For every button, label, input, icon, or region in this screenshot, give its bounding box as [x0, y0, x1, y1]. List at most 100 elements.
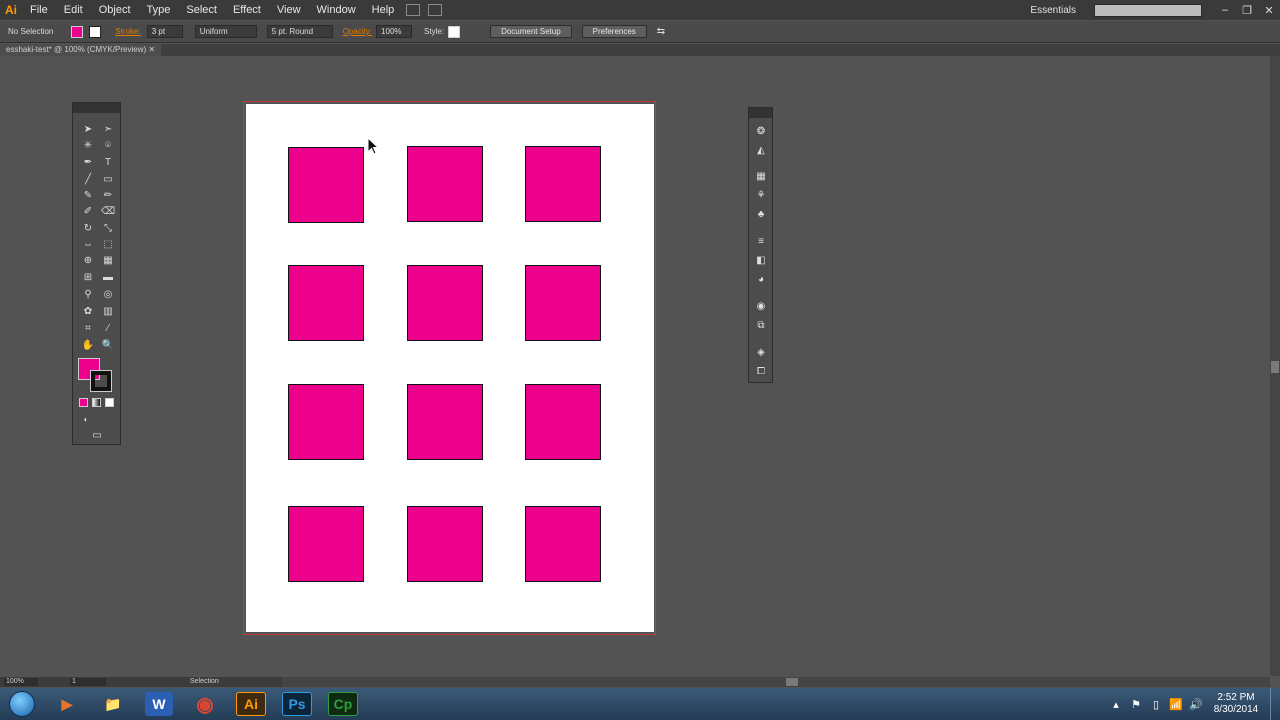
- zoom-level-field[interactable]: 100%: [4, 678, 38, 686]
- pink-square[interactable]: [288, 506, 364, 582]
- pink-square[interactable]: [407, 146, 483, 222]
- network-icon[interactable]: 📶: [1168, 698, 1184, 711]
- arrange-icon[interactable]: ⇆: [657, 26, 665, 37]
- eyedropper-tool-icon[interactable]: ⚲: [81, 288, 95, 302]
- pink-square[interactable]: [525, 384, 601, 460]
- search-input[interactable]: [1094, 3, 1202, 17]
- transparency-icon[interactable]: ◕: [755, 274, 767, 286]
- tools-panel-header[interactable]: [73, 103, 120, 113]
- selection-tool-icon[interactable]: ➤: [81, 123, 95, 137]
- pink-square[interactable]: [288, 147, 364, 223]
- vertical-scrollbar[interactable]: [1270, 56, 1280, 676]
- rectangle-tool-icon[interactable]: ▭: [101, 173, 115, 187]
- symbols-icon[interactable]: ♣: [755, 209, 767, 221]
- mesh-tool-icon[interactable]: ⊞: [81, 271, 95, 285]
- gradient-mode-icon[interactable]: [92, 398, 101, 407]
- battery-icon[interactable]: ▯: [1148, 698, 1164, 711]
- document-tab[interactable]: esshaki-test* @ 100% (CMYK/Preview) ✕: [0, 44, 162, 56]
- stroke-label[interactable]: Stroke:: [115, 27, 140, 36]
- menu-window[interactable]: Window: [309, 0, 364, 20]
- pen-tool-icon[interactable]: ✒: [81, 156, 95, 170]
- document-setup-button[interactable]: Document Setup: [490, 25, 572, 38]
- horizontal-scrollbar[interactable]: [282, 677, 1270, 687]
- current-tool-status[interactable]: Selection: [190, 678, 219, 685]
- stroke-swatch[interactable]: [89, 25, 102, 38]
- menu-object[interactable]: Object: [91, 0, 139, 20]
- swatches-icon[interactable]: ▦: [755, 171, 767, 183]
- blend-tool-icon[interactable]: ◎: [101, 288, 115, 302]
- zoom-tool-icon[interactable]: 🔍: [101, 339, 115, 353]
- shape-builder-tool-icon[interactable]: ⊕: [81, 254, 95, 268]
- panel-dock-header[interactable]: [749, 108, 772, 118]
- draw-mode-icon[interactable]: ◐: [79, 413, 93, 427]
- taskbar-photoshop[interactable]: Ps: [282, 692, 312, 716]
- color-mode-icon[interactable]: [79, 398, 88, 407]
- artboard-navigation-field[interactable]: 1: [70, 678, 106, 686]
- pink-square[interactable]: [525, 506, 601, 582]
- scale-tool-icon[interactable]: ⤡: [101, 222, 115, 236]
- direct-selection-tool-icon[interactable]: ➣: [101, 123, 115, 137]
- magic-wand-tool-icon[interactable]: ✳: [81, 139, 95, 153]
- eraser-tool-icon[interactable]: ⌫: [101, 205, 115, 219]
- taskbar-word[interactable]: W: [145, 692, 173, 716]
- bridge-icon[interactable]: [406, 4, 421, 16]
- appearance-icon[interactable]: ◉: [755, 301, 767, 313]
- lasso-tool-icon[interactable]: ⌾: [101, 139, 115, 153]
- variable-width-profile[interactable]: Uniform: [194, 25, 257, 38]
- color-icon[interactable]: ◭: [755, 145, 767, 157]
- opacity-label[interactable]: Opacity:: [343, 27, 372, 36]
- rotate-tool-icon[interactable]: ↻: [81, 222, 95, 236]
- color-guide-icon[interactable]: ❂: [755, 126, 767, 138]
- arrange-documents-icon[interactable]: [428, 4, 443, 16]
- symbol-sprayer-tool-icon[interactable]: ✿: [81, 305, 95, 319]
- menu-select[interactable]: Select: [178, 0, 225, 20]
- pink-square[interactable]: [288, 265, 364, 341]
- graphic-styles-icon[interactable]: ⧉: [755, 320, 767, 332]
- screen-mode-icon[interactable]: ▭: [90, 429, 104, 443]
- close-tab-icon[interactable]: ✕: [148, 45, 155, 54]
- graphic-style-swatch[interactable]: [448, 25, 461, 38]
- artboard[interactable]: [246, 104, 654, 632]
- start-button[interactable]: [0, 688, 44, 720]
- brushes-icon[interactable]: ⚘: [755, 190, 767, 202]
- pencil-tool-icon[interactable]: ✏: [101, 189, 115, 203]
- menu-type[interactable]: Type: [139, 0, 179, 20]
- hand-tool-icon[interactable]: ✋: [81, 339, 95, 353]
- taskbar-chrome[interactable]: ◉: [185, 689, 225, 719]
- workspace-switcher[interactable]: Essentials: [1030, 5, 1076, 16]
- volume-icon[interactable]: 🔊: [1188, 698, 1204, 711]
- width-tool-icon[interactable]: ⇔: [81, 238, 95, 252]
- vertical-scroll-thumb[interactable]: [1271, 361, 1279, 373]
- taskbar-clock[interactable]: 2:52 PM 8/30/2014: [1206, 692, 1266, 716]
- menu-file[interactable]: File: [22, 0, 56, 20]
- artboard-tool-icon[interactable]: ⌗: [81, 322, 95, 336]
- action-center-flag-icon[interactable]: ⚑: [1128, 698, 1144, 711]
- menu-effect[interactable]: Effect: [225, 0, 269, 20]
- slice-tool-icon[interactable]: ⁄: [101, 322, 115, 336]
- close-icon[interactable]: ✕: [1258, 4, 1280, 17]
- blob-brush-tool-icon[interactable]: ✐: [81, 205, 95, 219]
- menu-help[interactable]: Help: [364, 0, 403, 20]
- pink-square[interactable]: [407, 506, 483, 582]
- gradient-tool-icon[interactable]: ▬: [101, 271, 115, 285]
- paintbrush-tool-icon[interactable]: ✎: [81, 189, 95, 203]
- pink-square[interactable]: [407, 384, 483, 460]
- menu-view[interactable]: View: [269, 0, 309, 20]
- column-graph-tool-icon[interactable]: ▥: [101, 305, 115, 319]
- artboards-icon[interactable]: ⧠: [755, 366, 767, 378]
- taskbar-illustrator[interactable]: Ai: [236, 692, 266, 716]
- perspective-grid-tool-icon[interactable]: ▦: [101, 254, 115, 268]
- restore-icon[interactable]: ❐: [1236, 4, 1258, 17]
- line-tool-icon[interactable]: ╱: [81, 173, 95, 187]
- menu-edit[interactable]: Edit: [56, 0, 91, 20]
- pink-square[interactable]: [525, 265, 601, 341]
- stroke-color-swatch[interactable]: [90, 370, 112, 392]
- gradient-icon[interactable]: ◧: [755, 255, 767, 267]
- taskbar-captivate[interactable]: Cp: [328, 692, 358, 716]
- none-mode-icon[interactable]: [105, 398, 114, 407]
- pink-square[interactable]: [288, 384, 364, 460]
- taskbar-media-player[interactable]: ▶: [47, 689, 87, 719]
- pink-square[interactable]: [407, 265, 483, 341]
- horizontal-scroll-thumb[interactable]: [786, 678, 798, 686]
- free-transform-tool-icon[interactable]: ⬚: [101, 238, 115, 252]
